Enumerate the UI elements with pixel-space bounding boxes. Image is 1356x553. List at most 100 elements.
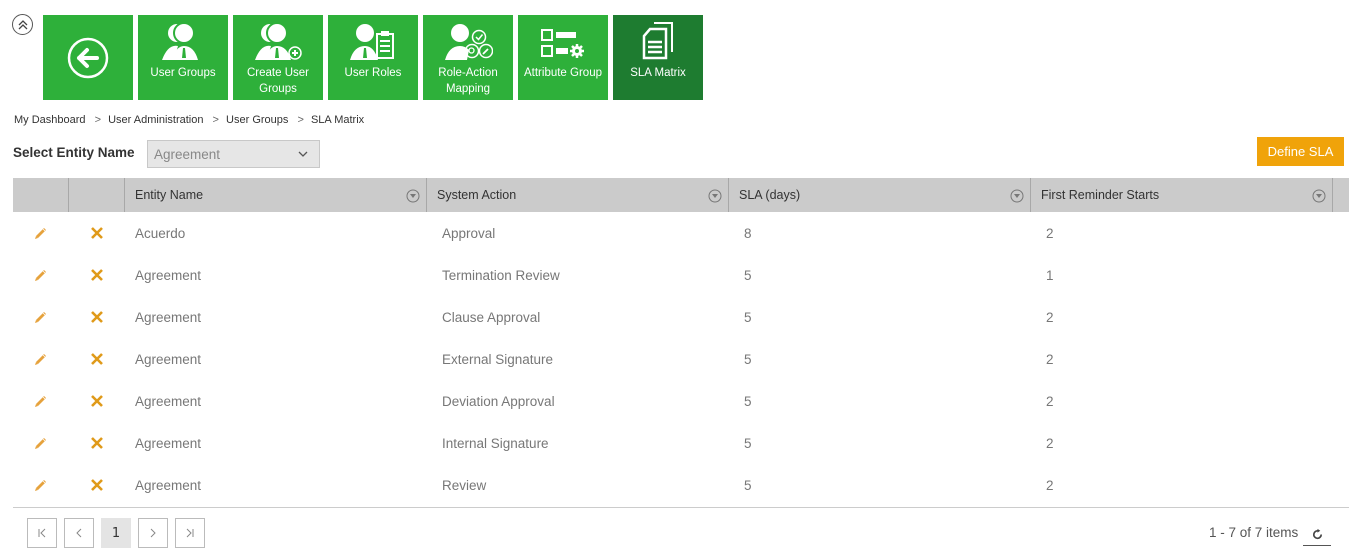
table-row: Agreement Termination Review 5 1 <box>13 254 1349 296</box>
user-group-icon <box>162 22 198 60</box>
tile-attribute-group[interactable]: Attribute Group <box>518 15 608 100</box>
delete-button[interactable] <box>69 394 125 408</box>
pencil-icon <box>35 228 46 239</box>
cell-sla-days: 5 <box>744 267 752 283</box>
pager-info: 1 - 7 of 7 items <box>1209 525 1299 540</box>
tile-label: Create User Groups <box>247 67 309 95</box>
filter-icon[interactable] <box>406 189 420 203</box>
edit-button[interactable] <box>13 267 69 283</box>
tile-role-action-mapping[interactable]: Role-Action Mapping <box>423 15 513 100</box>
tile-user-groups[interactable]: User Groups <box>138 15 228 100</box>
first-page-icon <box>38 528 46 538</box>
edit-button[interactable] <box>13 309 69 325</box>
cell-system-action: Review <box>442 477 487 493</box>
cell-first-reminder: 2 <box>1046 393 1054 409</box>
delete-button[interactable] <box>69 436 125 450</box>
refresh-button[interactable] <box>1303 524 1331 546</box>
edit-button[interactable] <box>13 393 69 409</box>
define-sla-button[interactable]: Define SLA <box>1257 137 1344 166</box>
breadcrumb: My Dashboard > User Administration > Use… <box>14 114 364 126</box>
tile-create-user-groups[interactable]: Create User Groups <box>233 15 323 100</box>
header-sla-days[interactable]: SLA (days) <box>729 178 1031 212</box>
delete-button[interactable] <box>69 352 125 366</box>
cell-first-reminder: 2 <box>1046 435 1054 451</box>
cell-system-action: Deviation Approval <box>442 393 555 409</box>
close-icon <box>91 437 103 449</box>
header-system-action[interactable]: System Action <box>427 178 729 212</box>
pager-last-button[interactable] <box>175 518 205 548</box>
cell-system-action: Clause Approval <box>442 309 541 325</box>
cell-sla-days: 5 <box>744 309 752 325</box>
toolbar-tiles: User Groups Create User Groups User Role… <box>43 15 703 100</box>
grid-divider <box>13 507 1349 508</box>
close-icon <box>91 479 103 491</box>
filter-icon[interactable] <box>1312 189 1326 203</box>
header-label: First Reminder Starts <box>1041 188 1160 202</box>
cell-first-reminder: 2 <box>1046 309 1054 325</box>
cell-entity-name: Agreement <box>135 393 202 409</box>
breadcrumb-user-administration[interactable]: User Administration <box>108 114 203 126</box>
cell-sla-days: 5 <box>744 351 752 367</box>
tile-label: User Groups <box>150 67 216 79</box>
edit-button[interactable] <box>13 351 69 367</box>
cell-entity-name: Acuerdo <box>135 225 186 241</box>
collapse-toolbar-button[interactable] <box>12 14 33 35</box>
edit-button[interactable] <box>13 477 69 493</box>
delete-button[interactable] <box>69 478 125 492</box>
breadcrumb-user-groups[interactable]: User Groups <box>226 114 288 126</box>
tile-user-roles[interactable]: User Roles <box>328 15 418 100</box>
edit-button[interactable] <box>13 435 69 451</box>
back-arrow-icon <box>67 37 109 78</box>
tile-label: SLA Matrix <box>630 67 686 79</box>
pencil-icon <box>35 438 46 449</box>
delete-button[interactable] <box>69 310 125 324</box>
pager-next-button[interactable] <box>138 518 168 548</box>
cell-sla-days: 5 <box>744 393 752 409</box>
table-row: Acuerdo Approval 8 2 <box>13 212 1349 254</box>
double-chevron-up-icon <box>18 19 27 29</box>
pencil-icon <box>35 396 46 407</box>
close-icon <box>91 227 103 239</box>
close-icon <box>91 311 103 323</box>
edit-button[interactable] <box>13 225 69 241</box>
pager: 1 <box>27 518 205 548</box>
filter-icon[interactable] <box>708 189 722 203</box>
cell-sla-days: 5 <box>744 435 752 451</box>
filter-icon[interactable] <box>1010 189 1024 203</box>
close-icon <box>91 269 103 281</box>
header-entity-name[interactable]: Entity Name <box>125 178 427 212</box>
table-row: Agreement Clause Approval 5 2 <box>13 296 1349 338</box>
cell-entity-name: Agreement <box>135 267 202 283</box>
cell-entity-name: Agreement <box>135 351 202 367</box>
grid-header: Entity Name System Action SLA (days) Fir… <box>13 178 1349 212</box>
breadcrumb-sla-matrix: SLA Matrix <box>310 114 365 126</box>
cell-first-reminder: 2 <box>1046 225 1054 241</box>
header-first-reminder[interactable]: First Reminder Starts <box>1031 178 1333 212</box>
pager-page-1[interactable]: 1 <box>101 518 131 548</box>
close-icon <box>91 353 103 365</box>
documents-icon <box>642 22 673 60</box>
pager-first-button[interactable] <box>27 518 57 548</box>
cell-system-action: Internal Signature <box>442 435 549 451</box>
table-row: Agreement Deviation Approval 5 2 <box>13 380 1349 422</box>
chevron-right-icon <box>150 528 156 538</box>
tile-back[interactable] <box>43 15 133 100</box>
header-edit-col <box>13 178 69 212</box>
role-action-icon <box>445 24 493 60</box>
entity-select-value: Agreement <box>154 146 221 162</box>
breadcrumb-my-dashboard[interactable]: My Dashboard <box>14 114 86 126</box>
sla-grid: Entity Name System Action SLA (days) Fir… <box>13 178 1349 506</box>
pager-prev-button[interactable] <box>64 518 94 548</box>
cell-entity-name: Agreement <box>135 309 202 325</box>
pencil-icon <box>35 480 46 491</box>
cell-first-reminder: 2 <box>1046 477 1054 493</box>
tile-sla-matrix[interactable]: SLA Matrix <box>613 15 703 100</box>
delete-button[interactable] <box>69 226 125 240</box>
table-row: Agreement External Signature 5 2 <box>13 338 1349 380</box>
delete-button[interactable] <box>69 268 125 282</box>
table-row: Agreement Internal Signature 5 2 <box>13 422 1349 464</box>
cell-system-action: Approval <box>442 225 496 241</box>
select-entity-label: Select Entity Name <box>13 145 135 160</box>
cell-sla-days: 5 <box>744 477 752 493</box>
entity-name-select[interactable]: Agreement <box>147 140 320 168</box>
